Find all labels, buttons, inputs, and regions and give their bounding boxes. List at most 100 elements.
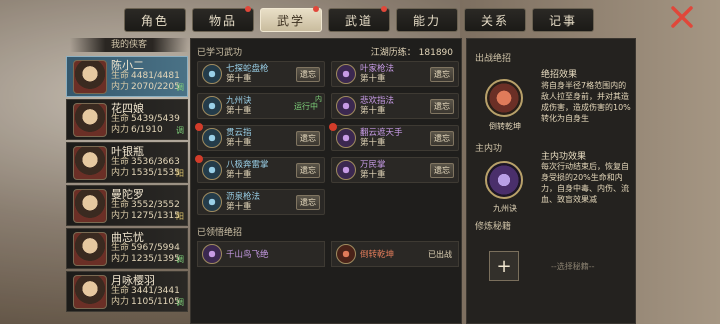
inner-skill-icon[interactable] bbox=[485, 161, 523, 199]
ults-title: 已领悟绝招 bbox=[197, 228, 243, 238]
forget-button[interactable]: 遗忘 bbox=[296, 162, 320, 178]
mp-value: 2070/2205 bbox=[131, 82, 180, 92]
forget-button[interactable]: 遗忘 bbox=[430, 162, 454, 178]
ult-name: 倒转乾坤 bbox=[360, 250, 395, 260]
character-name: 叶银瓶 bbox=[111, 145, 144, 158]
skill-text: 叶家枪法 第十重 bbox=[360, 64, 430, 84]
skill-item[interactable]: 翻云遮天手 第十重 遗忘 bbox=[329, 123, 459, 151]
hp-label: 生命 bbox=[111, 286, 130, 296]
forget-button[interactable]: 遗忘 bbox=[430, 130, 454, 146]
skill-icon bbox=[336, 96, 356, 116]
tab-3[interactable]: 武道 bbox=[328, 6, 390, 32]
ult-swirl-icon[interactable] bbox=[485, 79, 523, 117]
character-row[interactable]: 花四娘 生命 5439/5439 内力 6/1910 调 bbox=[66, 99, 188, 140]
character-row[interactable]: 曼陀罗 生命 3552/3552 内力 1275/1315 阳 bbox=[66, 185, 188, 226]
skill-item[interactable]: 悲欢指法 第十重 遗忘 bbox=[331, 93, 459, 119]
hp-line: 生命 5967/5994 bbox=[111, 243, 180, 254]
secret-section-title: 修炼秘籍 bbox=[475, 222, 512, 232]
skill-item[interactable]: 九州诀 第十重 运行中内 bbox=[197, 93, 325, 119]
character-row[interactable]: 曲忘忧 生命 5967/5994 内力 1235/1395 调 bbox=[66, 228, 188, 269]
notification-dot-icon bbox=[381, 6, 387, 12]
character-list-header: 我的侠客 bbox=[70, 38, 188, 52]
character-row[interactable]: 叶银瓶 生命 3536/3663 内力 1535/1535 阳 bbox=[66, 142, 188, 183]
ult-icon bbox=[336, 244, 356, 264]
tab-label: 物品 bbox=[208, 13, 237, 28]
hp-value: 4481/4481 bbox=[131, 71, 180, 81]
hp-value: 3441/3441 bbox=[131, 286, 180, 296]
mp-label: 内力 bbox=[111, 297, 130, 307]
hp-line: 生命 3536/3663 bbox=[111, 157, 180, 168]
ult-item[interactable]: 倒转乾坤 已出战 bbox=[331, 241, 459, 267]
forget-button[interactable]: 遗忘 bbox=[296, 66, 320, 82]
skill-name: 八极奔雷掌 bbox=[226, 160, 269, 170]
skill-item[interactable]: 叶家枪法 第十重 遗忘 bbox=[331, 61, 459, 87]
character-row[interactable]: 陈小二 生命 4481/4481 内力 2070/2205 调 bbox=[66, 56, 188, 97]
skill-level: 第十重 bbox=[226, 170, 252, 180]
skill-name: 万民掌 bbox=[360, 160, 386, 170]
mp-label: 内力 bbox=[111, 82, 130, 92]
character-info: 陈小二 生命 4481/4481 内力 2070/2205 bbox=[111, 60, 180, 93]
tab-2[interactable]: 武学 bbox=[260, 6, 322, 32]
mp-line: 内力 1235/1395 bbox=[111, 254, 180, 265]
ult-effect-desc: 将自身半径7格范围内的敌人拉至身前，并对其造成伤害，造成伤害的10%转化为自身生 bbox=[541, 81, 631, 123]
skill-icon bbox=[336, 128, 356, 148]
mp-value: 1275/1315 bbox=[131, 211, 180, 221]
skill-item[interactable]: 沥泉枪法 第十重 遗忘 bbox=[197, 189, 325, 215]
character-name: 曲忘忧 bbox=[111, 231, 144, 244]
ult-item[interactable]: 千山鸟飞绝 bbox=[197, 241, 325, 267]
skill-level: 第十重 bbox=[226, 138, 252, 148]
forget-button[interactable]: 遗忘 bbox=[430, 98, 454, 114]
skill-text: 贯云指 第十重 bbox=[226, 128, 296, 148]
mp-line: 内力 1535/1535 bbox=[111, 168, 180, 179]
skill-item[interactable]: 贯云指 第十重 遗忘 bbox=[195, 123, 325, 151]
skill-item[interactable]: 万民掌 第十重 遗忘 bbox=[331, 157, 459, 183]
hp-value: 3536/3663 bbox=[131, 157, 180, 167]
tab-4[interactable]: 能力 bbox=[396, 8, 458, 32]
skill-item[interactable]: 八极奔雷掌 第十重 遗忘 bbox=[195, 155, 325, 183]
tab-label: 武学 bbox=[276, 13, 305, 28]
status-tag: 调 bbox=[176, 83, 184, 92]
avatar bbox=[73, 231, 107, 266]
detail-panel: 出战绝招 倒转乾坤 绝招效果 将自身半径7格范围内的敌人拉至身前，并对其造成伤害… bbox=[466, 38, 636, 324]
character-name: 陈小二 bbox=[111, 59, 144, 72]
ult-name: 千山鸟飞绝 bbox=[226, 250, 269, 260]
ult-icon bbox=[202, 244, 222, 264]
status-tag: 阳 bbox=[176, 169, 184, 178]
forget-button[interactable]: 遗忘 bbox=[296, 194, 320, 210]
ult-name: 倒转乾坤 bbox=[489, 122, 521, 131]
tab-0[interactable]: 角色 bbox=[124, 8, 186, 32]
skill-text: 万民掌 第十重 bbox=[360, 160, 430, 180]
skill-icon bbox=[202, 192, 222, 212]
inner-effect-desc: 每次行动结束后，恢复自身受损的20%生命和内力，自身中毒、内伤、流血、致盲效果减 bbox=[541, 162, 629, 204]
mp-label: 内力 bbox=[111, 211, 130, 221]
tab-5[interactable]: 关系 bbox=[464, 8, 526, 32]
skill-name: 九州诀 bbox=[226, 96, 252, 106]
status-tag: 调 bbox=[176, 126, 184, 135]
mp-value: 1105/1105 bbox=[131, 297, 180, 307]
skill-level: 第十重 bbox=[360, 74, 386, 84]
tab-6[interactable]: 记事 bbox=[532, 8, 594, 32]
avatar bbox=[73, 59, 107, 94]
mp-line: 内力 1275/1315 bbox=[111, 211, 180, 222]
warning-icon bbox=[329, 123, 337, 131]
skill-name: 悲欢指法 bbox=[360, 96, 395, 106]
hp-value: 5967/5994 bbox=[131, 243, 180, 253]
tab-1[interactable]: 物品 bbox=[192, 6, 254, 32]
character-row[interactable]: 月咏樱羽 生命 3441/3441 内力 1105/1105 调 bbox=[66, 271, 188, 312]
character-info: 曼陀罗 生命 3552/3552 内力 1275/1315 bbox=[111, 189, 180, 222]
hp-value: 3552/3552 bbox=[131, 200, 180, 210]
add-secret-button[interactable]: + bbox=[489, 251, 519, 281]
forget-button[interactable]: 遗忘 bbox=[296, 130, 320, 146]
skill-text: 沥泉枪法 第十重 bbox=[226, 192, 296, 212]
forget-button[interactable]: 遗忘 bbox=[430, 66, 454, 82]
learned-skills-title: 已学习武功 bbox=[197, 48, 243, 58]
skill-text: 悲欢指法 第十重 bbox=[360, 96, 430, 116]
skill-item[interactable]: 七探蛇盘枪 第十重 遗忘 bbox=[197, 61, 325, 87]
skill-name: 沥泉枪法 bbox=[226, 192, 261, 202]
close-icon[interactable] bbox=[670, 5, 694, 29]
skill-icon bbox=[202, 160, 222, 180]
skill-name: 贯云指 bbox=[226, 128, 252, 138]
skill-text: 七探蛇盘枪 第十重 bbox=[226, 64, 296, 84]
tab-label: 关系 bbox=[480, 13, 509, 28]
experience-value: 江湖历练： 181890 bbox=[370, 48, 453, 58]
